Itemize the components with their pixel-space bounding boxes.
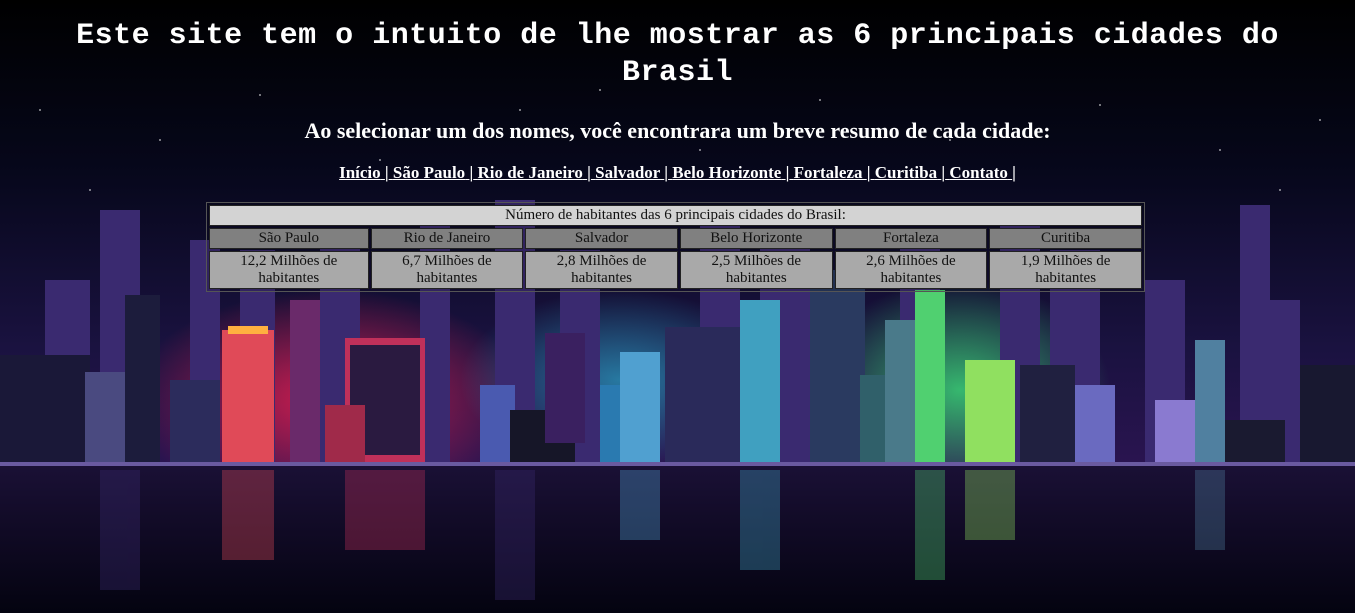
table-header-cell: Curitiba (989, 228, 1142, 249)
nav-separator: | (587, 163, 591, 182)
table-header-row: São Paulo Rio de Janeiro Salvador Belo H… (209, 228, 1142, 249)
table-cell: 12,2 Milhões de habitantes (209, 251, 369, 289)
nav-link-belo-horizonte[interactable]: Belo Horizonte (672, 163, 781, 182)
page-content: Este site tem o intuito de lhe mostrar a… (0, 0, 1355, 292)
nav-separator: | (941, 163, 946, 182)
nav-link-contato[interactable]: Contato (949, 163, 1008, 182)
nav-separator: | (866, 163, 871, 182)
nav-link-rio-de-janeiro[interactable]: Rio de Janeiro (477, 163, 582, 182)
page-title: Este site tem o intuito de lhe mostrar a… (76, 19, 1279, 90)
table-row: 12,2 Milhões de habitantes 6,7 Milhões d… (209, 251, 1142, 289)
nav-separator: | (664, 163, 669, 182)
table-header-cell: Rio de Janeiro (370, 228, 524, 249)
page-subtitle: Ao selecionar um dos nomes, você encontr… (304, 118, 1051, 143)
nav-separator: | (469, 163, 474, 182)
table-header-cell: Fortaleza (834, 228, 988, 249)
table-cell: 2,6 Milhões de habitantes (834, 251, 988, 289)
population-table: Número de habitantes das 6 principais ci… (206, 202, 1145, 292)
table-caption: Número de habitantes das 6 principais ci… (209, 205, 1142, 226)
table-header-cell: Salvador (525, 228, 678, 249)
table-cell: 6,7 Milhões de habitantes (370, 251, 524, 289)
nav-separator: | (384, 163, 389, 182)
table-header-cell: São Paulo (209, 228, 369, 249)
nav-link-salvador[interactable]: Salvador (595, 163, 660, 182)
nav-link-curitiba[interactable]: Curitiba (875, 163, 937, 182)
nav-link-fortaleza[interactable]: Fortaleza (794, 163, 863, 182)
nav-separator: | (785, 163, 790, 182)
nav-link-sao-paulo[interactable]: São Paulo (393, 163, 465, 182)
nav-link-inicio[interactable]: Início (339, 163, 381, 182)
table-header-cell: Belo Horizonte (679, 228, 833, 249)
nav-separator: | (1012, 163, 1016, 182)
table-cell: 2,5 Milhões de habitantes (679, 251, 833, 289)
nav-bar: Início | São Paulo | Rio de Janeiro | Sa… (0, 163, 1355, 183)
table-cell: 1,9 Milhões de habitantes (989, 251, 1142, 289)
table-cell: 2,8 Milhões de habitantes (525, 251, 678, 289)
